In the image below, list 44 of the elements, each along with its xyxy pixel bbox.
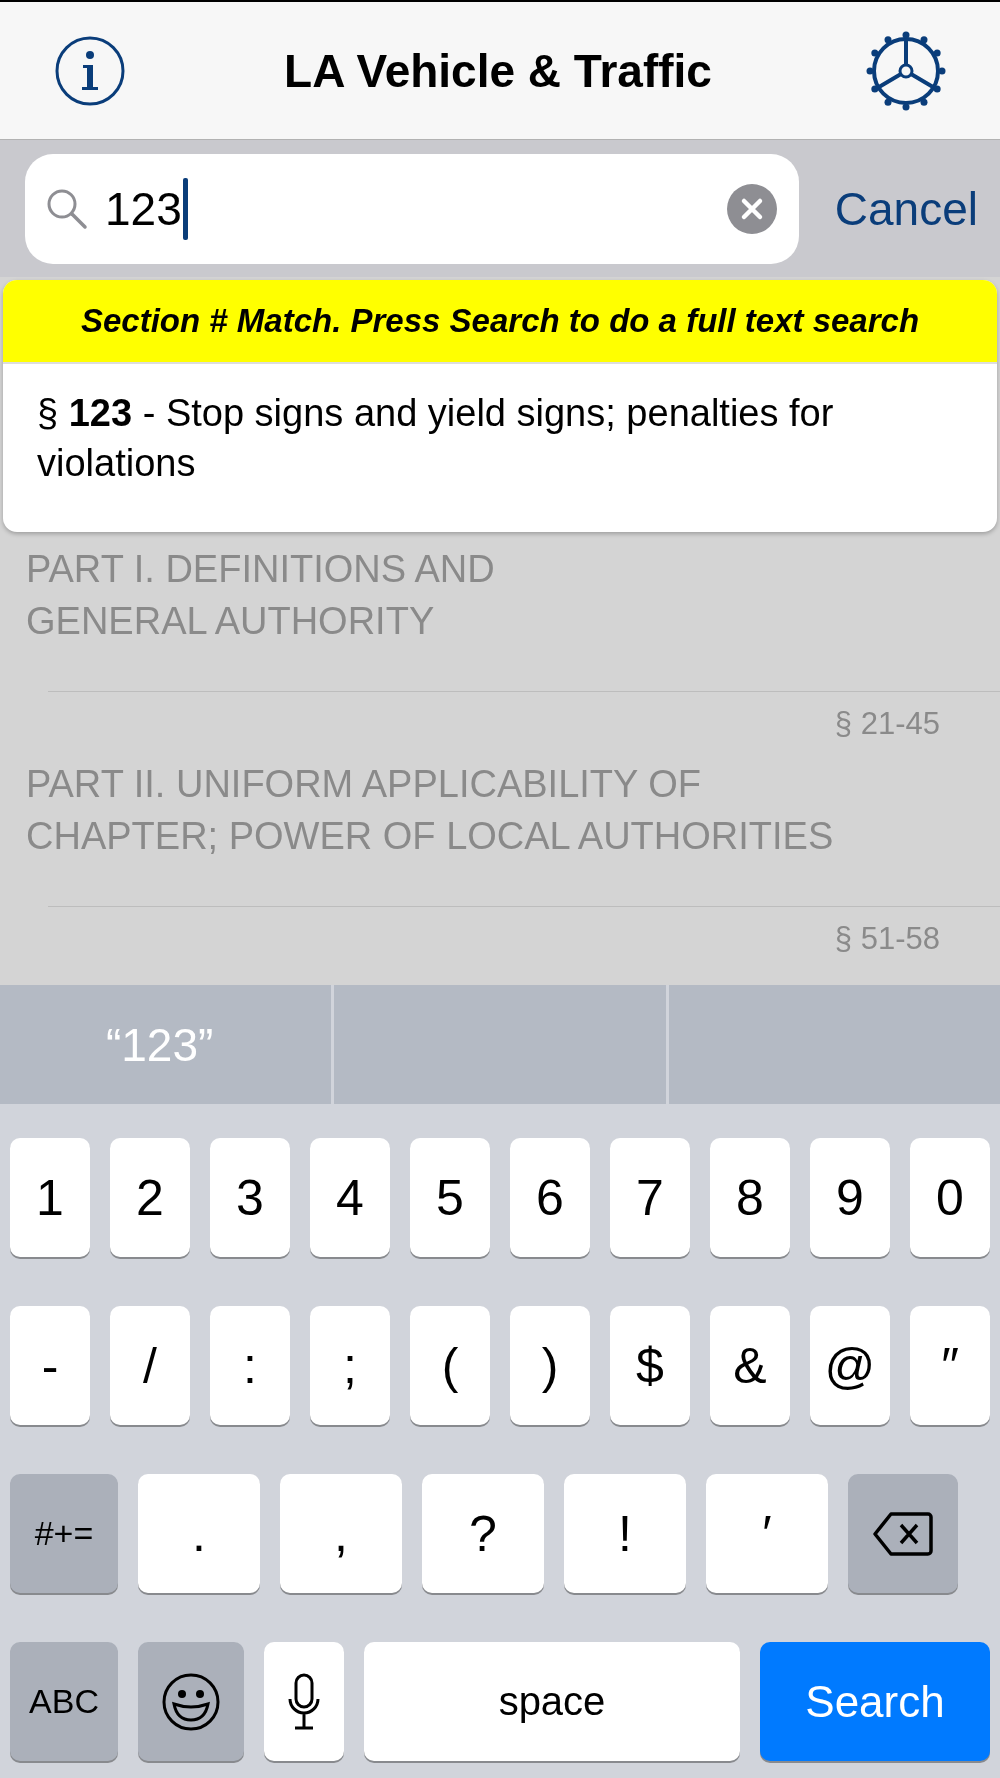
keyboard-key[interactable]: 2 xyxy=(110,1138,190,1257)
keyboard-key[interactable]: ″ xyxy=(910,1306,990,1425)
match-banner: Section # Match. Press Search to do a full text search xyxy=(3,280,997,364)
search-field[interactable]: 123 xyxy=(25,153,799,264)
emoji-icon xyxy=(161,1671,221,1732)
keyboard-key[interactable]: 5 xyxy=(410,1138,490,1257)
text-cursor xyxy=(182,177,188,240)
keyboard-key[interactable]: ) xyxy=(510,1306,590,1425)
cancel-button[interactable]: Cancel xyxy=(834,181,978,236)
keyboard-key[interactable]: 3 xyxy=(210,1138,290,1257)
backspace-icon xyxy=(873,1510,933,1557)
keyboard-key[interactable]: 4 xyxy=(310,1138,390,1257)
search-key[interactable]: Search xyxy=(760,1642,990,1761)
keyboard-key[interactable]: ; xyxy=(310,1306,390,1425)
delete-key[interactable] xyxy=(848,1474,958,1593)
keyboard-key[interactable]: ( xyxy=(410,1306,490,1425)
keyboard-key[interactable]: #+= xyxy=(10,1474,118,1593)
emoji-key[interactable] xyxy=(138,1642,244,1761)
microphone-icon xyxy=(287,1672,321,1731)
keyboard-key[interactable]: ABC xyxy=(10,1642,118,1761)
keyboard-key[interactable]: & xyxy=(710,1306,790,1425)
keyboard-key[interactable]: ′ xyxy=(706,1474,828,1593)
keyboard-key[interactable]: ! xyxy=(564,1474,686,1593)
space-key[interactable]: space xyxy=(364,1642,740,1761)
section-range: § 51-58 xyxy=(833,921,940,957)
keyboard-key[interactable]: , xyxy=(280,1474,402,1593)
keyboard-key[interactable]: 1 xyxy=(10,1138,90,1257)
keyboard-key[interactable]: . xyxy=(138,1474,260,1593)
keyboard-key[interactable]: 9 xyxy=(810,1138,890,1257)
keyboard-key[interactable]: ? xyxy=(422,1474,544,1593)
keyboard-key[interactable]: 0 xyxy=(910,1138,990,1257)
keyboard-key[interactable]: / xyxy=(110,1306,190,1425)
keyboard-key[interactable]: 8 xyxy=(710,1138,790,1257)
keyboard-key[interactable]: : xyxy=(210,1306,290,1425)
app-title: LA Vehicle & Traffic xyxy=(284,43,712,98)
keyboard-key[interactable]: - xyxy=(10,1306,90,1425)
keyboard-key[interactable]: $ xyxy=(610,1306,690,1425)
keyboard-key[interactable]: 6 xyxy=(510,1138,590,1257)
clear-icon[interactable] xyxy=(726,183,777,234)
keyboard-key[interactable]: 7 xyxy=(610,1138,690,1257)
dictation-key[interactable] xyxy=(264,1642,344,1761)
keyboard-key[interactable]: @ xyxy=(810,1306,890,1425)
section-range: § 21-45 xyxy=(833,706,940,742)
search-result[interactable]: § 123 - Stop signs and yield signs; penalties for violations xyxy=(3,364,997,532)
